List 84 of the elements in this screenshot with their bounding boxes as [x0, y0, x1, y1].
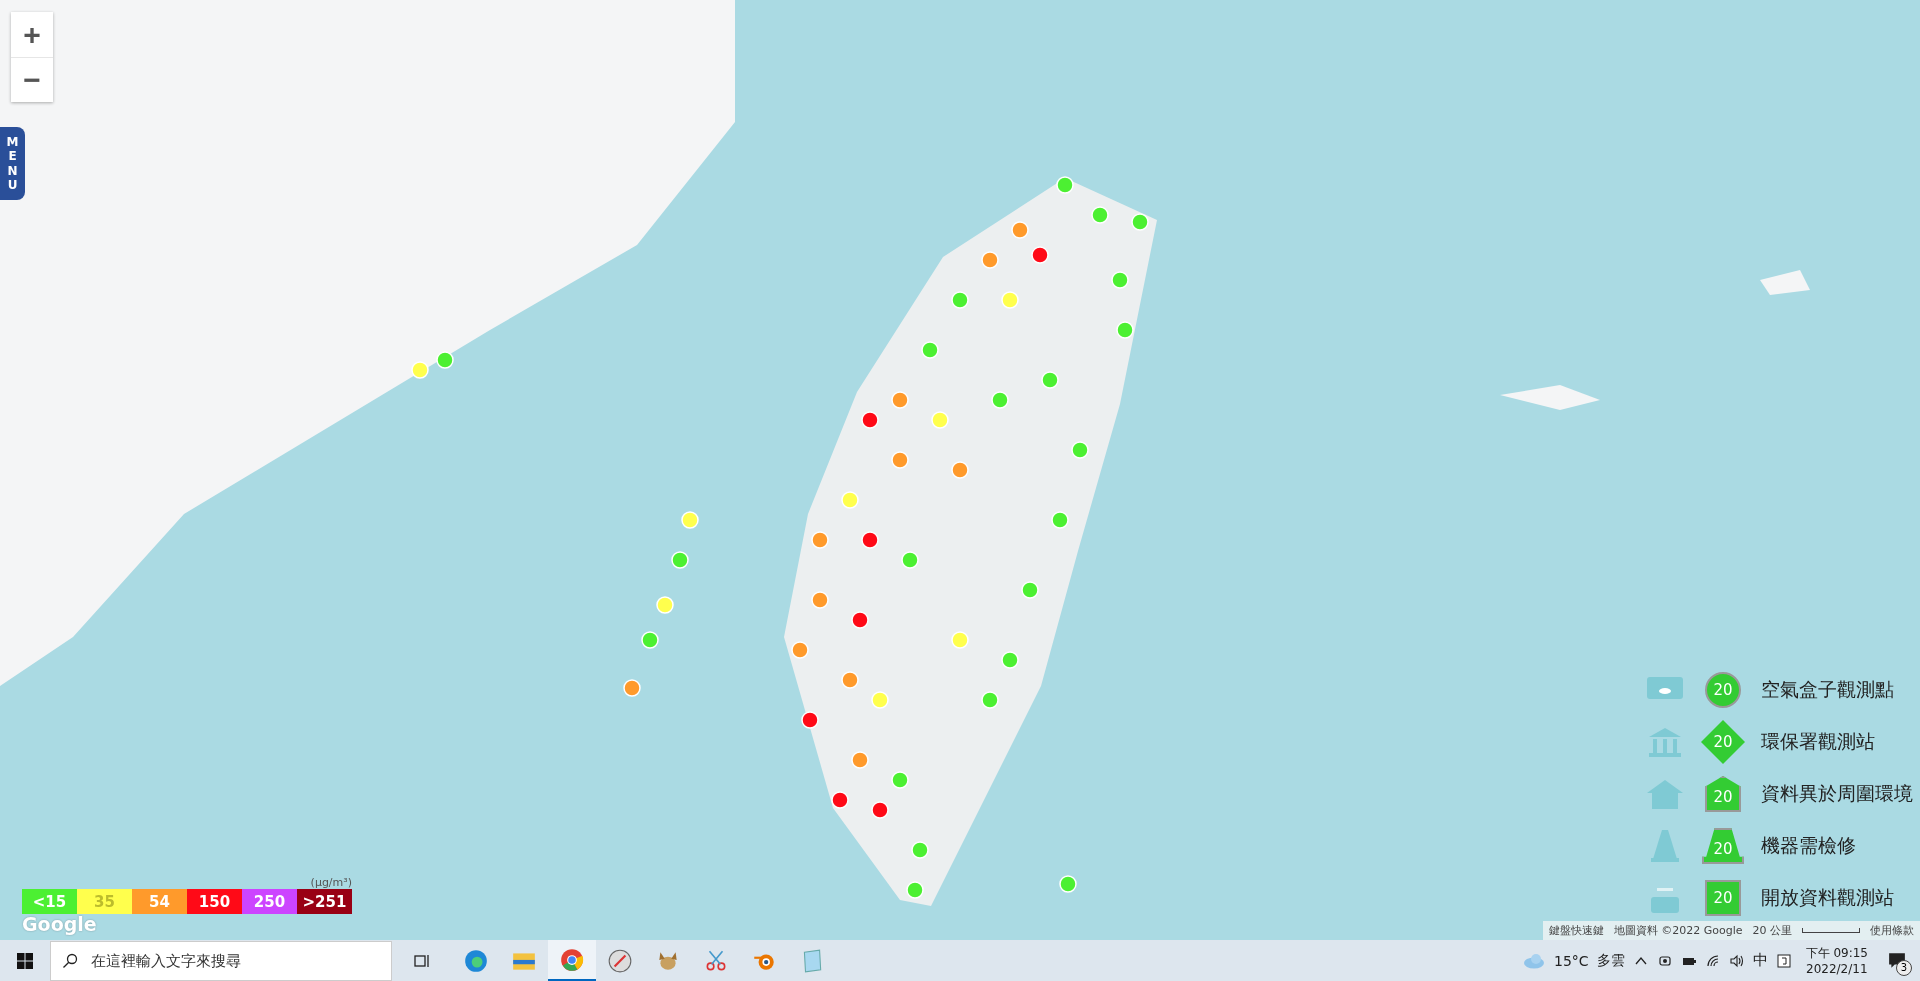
legend-label: 空氣盒子觀測點 — [1761, 677, 1894, 702]
speaker-icon[interactable] — [1728, 952, 1745, 969]
station-marker[interactable] — [1091, 206, 1109, 224]
station-marker[interactable] — [871, 801, 889, 819]
input-mode-icon[interactable] — [1775, 952, 1792, 969]
station-marker[interactable] — [931, 411, 949, 429]
station-marker[interactable] — [1031, 246, 1049, 264]
station-marker[interactable] — [891, 451, 909, 469]
station-marker[interactable] — [811, 591, 829, 609]
station-marker[interactable] — [1116, 321, 1134, 339]
station-marker[interactable] — [811, 531, 829, 549]
terms-link[interactable]: 使用條款 — [1870, 923, 1914, 938]
station-marker[interactable] — [1056, 176, 1074, 194]
keyboard-shortcuts-link[interactable]: 鍵盤快速鍵 — [1548, 923, 1604, 938]
station-marker[interactable] — [681, 511, 699, 529]
legend-label: 環保署觀測站 — [1761, 729, 1875, 754]
house-icon — [1645, 777, 1685, 811]
station-marker[interactable] — [841, 671, 859, 689]
station-marker[interactable] — [981, 691, 999, 709]
scale-step: <15 — [22, 889, 77, 914]
station-marker[interactable] — [861, 531, 879, 549]
legend-label: 機器需檢修 — [1761, 833, 1856, 858]
wifi-icon[interactable] — [1704, 952, 1721, 969]
zoom-in-button[interactable]: + — [11, 12, 53, 57]
station-marker[interactable] — [981, 251, 999, 269]
station-marker[interactable] — [841, 491, 859, 509]
station-marker[interactable] — [991, 391, 1009, 409]
unit-label: (μg/m³) — [310, 876, 352, 889]
temperature-text: 15°C — [1554, 952, 1589, 969]
station-marker[interactable] — [901, 551, 919, 569]
scale-step: 35 — [77, 889, 132, 914]
station-marker[interactable] — [1041, 371, 1059, 389]
station-marker[interactable] — [1071, 441, 1089, 459]
legend-label: 資料異於周圍環境 — [1761, 781, 1913, 806]
station-marker[interactable] — [641, 631, 659, 649]
station-marker[interactable] — [411, 361, 429, 379]
chrome-app-icon[interactable] — [548, 940, 596, 981]
station-marker[interactable] — [861, 411, 879, 429]
station-marker[interactable] — [623, 679, 641, 697]
legend-label: 開放資料觀測站 — [1761, 885, 1894, 910]
station-marker[interactable] — [891, 391, 909, 409]
marker-badge: 20 — [1705, 880, 1741, 916]
station-marker[interactable] — [1001, 651, 1019, 669]
station-marker[interactable] — [831, 791, 849, 809]
station-marker[interactable] — [911, 841, 929, 859]
station-marker[interactable] — [871, 691, 889, 709]
station-marker[interactable] — [851, 611, 869, 629]
clock[interactable]: 下午 09:15 2022/2/11 — [1799, 945, 1874, 976]
island-shape — [1760, 270, 1810, 295]
station-marker[interactable] — [1051, 511, 1069, 529]
scale-step: >251 — [297, 889, 352, 914]
station-marker[interactable] — [656, 596, 674, 614]
station-marker[interactable] — [1131, 213, 1149, 231]
search-field[interactable]: 在這裡輸入文字來搜尋 — [50, 940, 392, 981]
windows-start-icon[interactable] — [17, 952, 33, 969]
station-marker[interactable] — [951, 461, 969, 479]
station-marker[interactable] — [1021, 581, 1039, 599]
scale-label: 20 公里 — [1752, 923, 1792, 938]
scale-step: 54 — [132, 889, 187, 914]
station-marker[interactable] — [1111, 271, 1129, 289]
station-marker[interactable] — [1059, 875, 1077, 893]
station-marker[interactable] — [791, 641, 809, 659]
station-marker[interactable] — [951, 291, 969, 309]
station-marker[interactable] — [1001, 291, 1019, 309]
map-data-text: 地圖資料 ©2022 Google — [1613, 923, 1743, 938]
station-marker[interactable] — [891, 771, 909, 789]
station-marker[interactable] — [906, 881, 924, 899]
zoom-out-button[interactable]: − — [11, 57, 53, 102]
station-marker[interactable] — [951, 631, 969, 649]
station-marker[interactable] — [1011, 221, 1029, 239]
station-marker[interactable] — [671, 551, 689, 569]
scale-step: 150 — [187, 889, 242, 914]
weather-text: 多雲 — [1596, 951, 1625, 970]
station-marker[interactable] — [851, 751, 869, 769]
task-view-icon[interactable] — [412, 952, 432, 969]
station-marker[interactable] — [921, 341, 939, 359]
menu-tab[interactable]: MENU — [0, 127, 25, 200]
cloud-icon — [1522, 952, 1546, 969]
google-logo: Google — [22, 913, 97, 935]
scale-bar — [1802, 928, 1860, 933]
station-marker[interactable] — [801, 711, 819, 729]
station-marker[interactable] — [436, 351, 454, 369]
input-method-indicator[interactable]: 中 — [1752, 951, 1768, 970]
scale-step: 250 — [242, 889, 297, 914]
